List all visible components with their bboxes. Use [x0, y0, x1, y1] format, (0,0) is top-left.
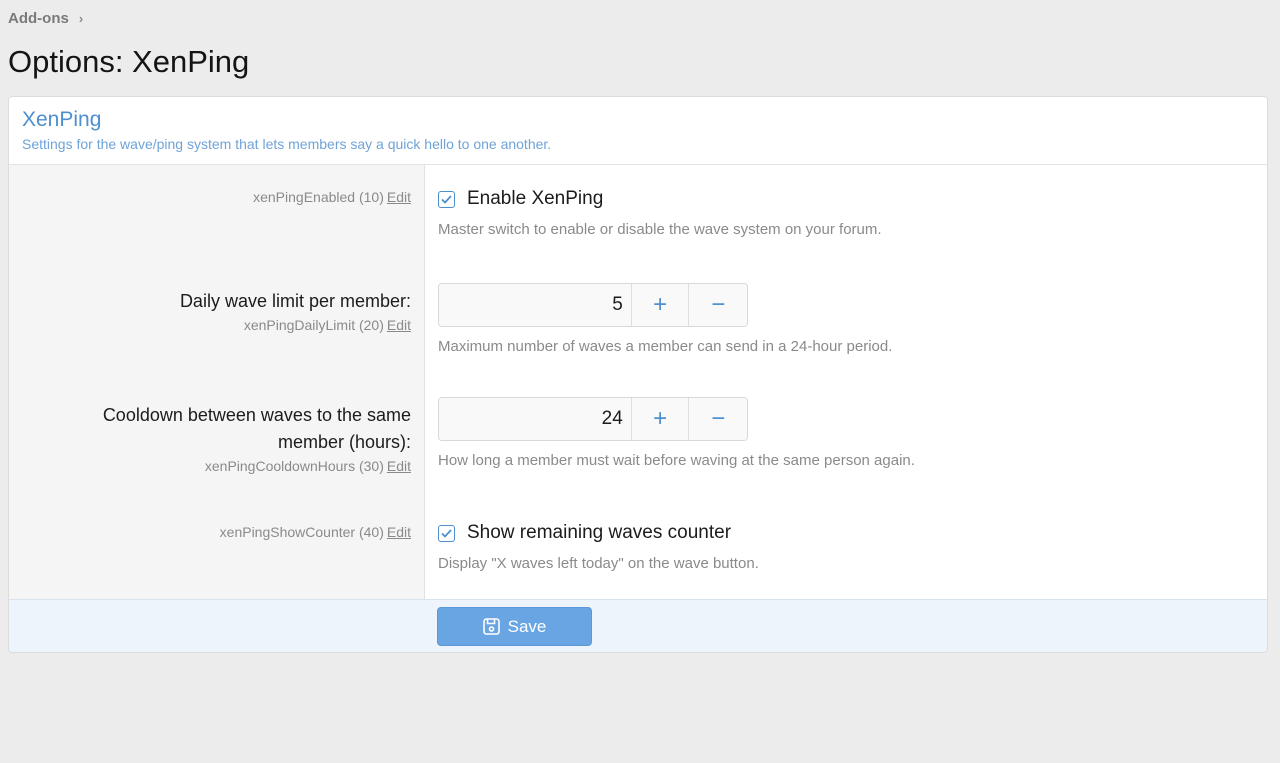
option-hint: How long a member must wait before wavin… — [438, 452, 915, 469]
checkbox-row[interactable]: Show remaining waves counter — [438, 522, 759, 544]
block-description: Settings for the wave/ping system that l… — [22, 136, 552, 152]
option-hint: Master switch to enable or disable the w… — [438, 221, 882, 238]
daily-limit-stepper: 5 + − — [438, 283, 748, 327]
form-footer: Save — [9, 599, 1267, 652]
edit-link[interactable]: Edit — [387, 189, 411, 205]
decrement-button[interactable]: − — [689, 284, 747, 326]
page: Add-ons › Options: XenPing XenPing Setti… — [0, 0, 1280, 763]
checkbox-show-counter[interactable] — [438, 524, 455, 542]
checkbox-row[interactable]: Enable XenPing — [438, 188, 882, 210]
save-button[interactable]: Save — [437, 607, 592, 646]
save-label: Save — [507, 616, 547, 636]
option-hint: Maximum number of waves a member can sen… — [438, 338, 893, 355]
checkmark-icon — [441, 194, 452, 204]
option-meta: xenPingDailyLimit (20) Edit — [11, 315, 411, 335]
option-label-line1: Cooldown between waves to the same — [102, 405, 411, 425]
option-meta: xenPingCooldownHours (30) Edit — [11, 456, 411, 476]
option-label-daily-limit: Daily wave limit per member: xenPingDail… — [11, 288, 411, 335]
cooldown-input[interactable]: 24 — [439, 398, 632, 440]
block-title: XenPing — [22, 108, 102, 131]
option-control-show-counter: Show remaining waves counter Display "X … — [438, 522, 759, 572]
options-block: XenPing Settings for the wave/ping syste… — [8, 96, 1268, 653]
decrement-button[interactable]: − — [689, 398, 747, 440]
option-label-show-counter: xenPingShowCounter (40) Edit — [11, 522, 411, 542]
checkbox-label[interactable]: Enable XenPing — [467, 188, 603, 210]
option-id: xenPingShowCounter (40) — [219, 524, 384, 540]
daily-limit-input[interactable]: 5 — [439, 284, 632, 326]
edit-link[interactable]: Edit — [387, 317, 411, 333]
checkbox-label[interactable]: Show remaining waves counter — [467, 522, 731, 544]
option-label-cooldown: Cooldown between waves to the same membe… — [11, 402, 411, 476]
option-hint: Display "X waves left today" on the wave… — [438, 555, 759, 572]
breadcrumb-link-addons[interactable]: Add-ons — [8, 10, 69, 27]
edit-link[interactable]: Edit — [387, 458, 411, 474]
form-body: xenPingEnabled (10) Edit Enable XenPing M… — [9, 165, 1267, 599]
page-title: Options: XenPing — [8, 44, 250, 79]
save-icon — [482, 618, 500, 635]
increment-button[interactable]: + — [631, 398, 690, 440]
increment-button[interactable]: + — [631, 284, 690, 326]
checkmark-icon — [441, 528, 452, 538]
breadcrumb: Add-ons › — [8, 10, 83, 27]
option-id: xenPingDailyLimit (20) — [243, 317, 384, 333]
checkbox-enable-xenping[interactable] — [438, 190, 455, 208]
chevron-right-icon: › — [78, 11, 84, 26]
option-control-daily-limit: 5 + − Maximum number of waves a member c… — [438, 283, 892, 355]
option-id: xenPingCooldownHours (30) — [204, 458, 384, 474]
option-id: xenPingEnabled (10) — [253, 189, 384, 205]
option-label-line2: member (hours): — [277, 432, 411, 452]
option-label: Daily wave limit per member: — [179, 291, 411, 311]
block-header: XenPing Settings for the wave/ping syste… — [9, 97, 1267, 165]
option-control-cooldown: 24 + − How long a member must wait befor… — [438, 397, 915, 469]
option-control-enabled: Enable XenPing Master switch to enable o… — [438, 188, 882, 238]
cooldown-stepper: 24 + − — [438, 397, 748, 441]
option-meta: xenPingEnabled (10) Edit — [11, 187, 411, 207]
option-label-enabled: xenPingEnabled (10) Edit — [11, 187, 411, 207]
option-meta: xenPingShowCounter (40) Edit — [11, 522, 411, 542]
edit-link[interactable]: Edit — [387, 524, 411, 540]
